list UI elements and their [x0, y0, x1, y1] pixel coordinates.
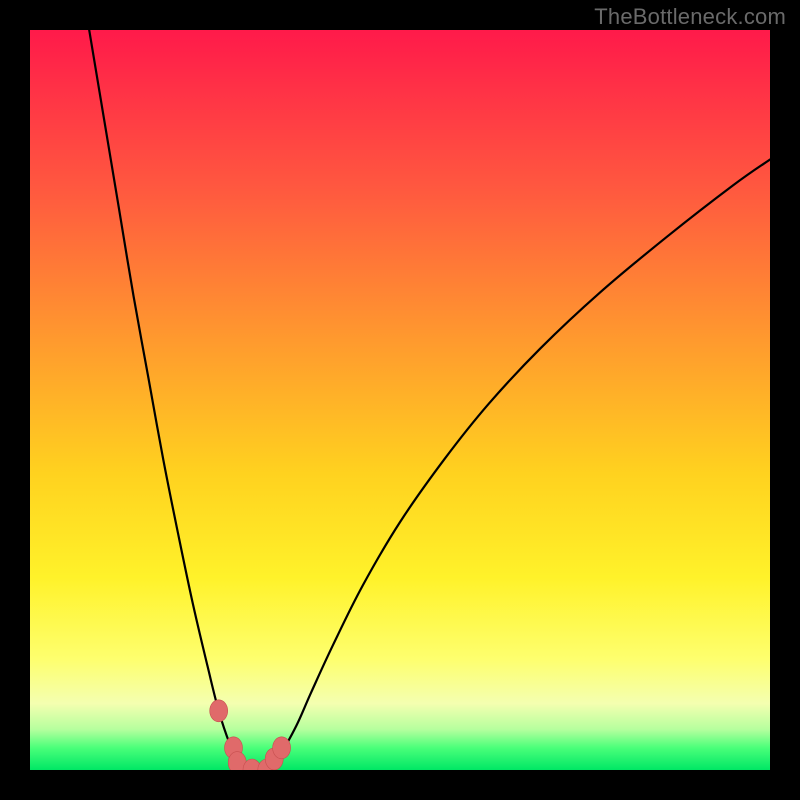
curve-left-branch — [89, 30, 252, 770]
plot-area — [30, 30, 770, 770]
curve-right-branch — [252, 160, 770, 771]
data-marker — [273, 737, 291, 759]
curve-layer — [30, 30, 770, 770]
curve-markers — [210, 700, 291, 770]
chart-frame: TheBottleneck.com — [0, 0, 800, 800]
data-marker — [210, 700, 228, 722]
watermark-text: TheBottleneck.com — [594, 4, 786, 30]
